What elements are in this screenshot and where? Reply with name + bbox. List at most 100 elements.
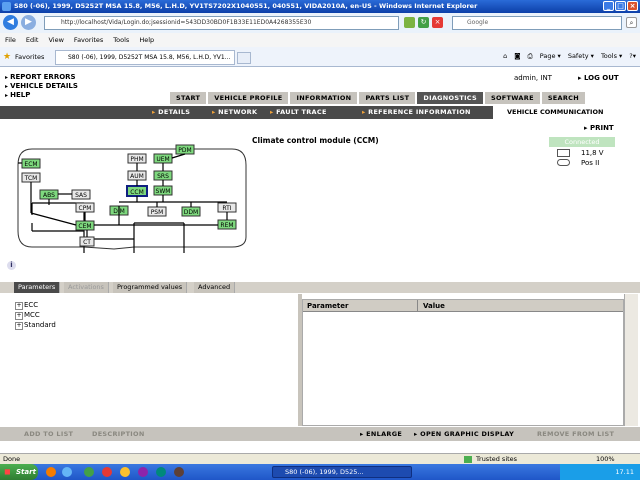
- menu-edit[interactable]: Edit: [26, 33, 39, 47]
- help-link[interactable]: HELP: [5, 91, 78, 100]
- refresh-icon[interactable]: ↻: [418, 17, 429, 28]
- open-graphic-display-button[interactable]: OPEN GRAPHIC DISPLAY: [414, 427, 514, 441]
- vehicle-communication-tab[interactable]: VEHICLE COMMUNICATION: [493, 106, 640, 119]
- home-icon[interactable]: ⌂: [503, 52, 507, 61]
- column-value[interactable]: Value: [423, 300, 445, 312]
- voltage-value: 11,8 V: [581, 149, 604, 157]
- print-link[interactable]: ▸ PRINT: [584, 124, 614, 132]
- quick-launch-icon[interactable]: [174, 467, 184, 477]
- tools-menu[interactable]: Tools ▾: [601, 52, 622, 61]
- window-title-bar: S80 (-06), 1999, D5252T MSA 15.8, M56, L…: [0, 0, 640, 13]
- print-icon[interactable]: ⎙: [528, 52, 533, 61]
- module-tcm[interactable]: TCM: [24, 175, 38, 182]
- module-srs[interactable]: SRS: [157, 173, 169, 180]
- quick-launch-icon[interactable]: [156, 467, 166, 477]
- module-rti[interactable]: RTI: [222, 205, 231, 212]
- page-menu[interactable]: Page ▾: [540, 52, 561, 61]
- module-ecm[interactable]: ECM: [24, 161, 37, 168]
- menu-tools[interactable]: Tools: [113, 33, 129, 47]
- back-button[interactable]: ◀: [3, 15, 18, 30]
- tree-node-mcc[interactable]: MCC: [15, 311, 40, 320]
- subnav-reference-information[interactable]: REFERENCE INFORMATION: [362, 106, 471, 119]
- module-phm[interactable]: PHM: [130, 156, 143, 163]
- module-rem[interactable]: REM: [220, 222, 233, 229]
- module-ct[interactable]: CT: [83, 239, 91, 246]
- taskbar-window-item[interactable]: S80 (-06), 1999, D525...: [272, 466, 412, 478]
- menu-favorites[interactable]: Favorites: [74, 33, 103, 47]
- module-aum[interactable]: AUM: [130, 173, 144, 180]
- search-input[interactable]: Google: [452, 16, 622, 30]
- start-button[interactable]: Start: [0, 464, 38, 480]
- sub-nav: DETAILS NETWORK FAULT TRACE REFERENCE IN…: [0, 106, 640, 119]
- tab-parts-list[interactable]: PARTS LIST: [359, 92, 416, 104]
- subnav-details[interactable]: DETAILS: [152, 106, 190, 119]
- module-abs[interactable]: ABS: [43, 192, 55, 199]
- panel-tabs: Parameters Activations Programmed values…: [0, 282, 640, 293]
- quick-launch-icon[interactable]: [84, 467, 94, 477]
- module-swm[interactable]: SWM: [156, 188, 171, 195]
- window-controls: _ □ ×: [603, 1, 638, 11]
- menu-file[interactable]: File: [5, 33, 16, 47]
- module-boxes: ECM TCM ABS SAS CPM CEM CT PHM AUM CCM U…: [18, 144, 237, 247]
- address-input[interactable]: http://localhost/Vida/Login.do;jsessioni…: [44, 16, 399, 30]
- quick-launch-icon[interactable]: [102, 467, 112, 477]
- module-uem[interactable]: UEM: [156, 156, 169, 163]
- menu-view[interactable]: View: [48, 33, 63, 47]
- info-icon[interactable]: i: [7, 261, 16, 270]
- description-button[interactable]: DESCRIPTION: [92, 427, 145, 441]
- enlarge-button[interactable]: ENLARGE: [360, 427, 402, 441]
- module-pdm[interactable]: PDM: [178, 147, 191, 154]
- parameter-tree: ECC MCC Standard: [0, 294, 298, 426]
- minimize-button[interactable]: _: [603, 1, 614, 11]
- tab-activations[interactable]: Activations: [64, 282, 109, 293]
- column-parameter[interactable]: Parameter: [307, 300, 348, 312]
- close-button[interactable]: ×: [627, 1, 638, 11]
- subnav-network[interactable]: NETWORK: [212, 106, 257, 119]
- tab-start[interactable]: START: [170, 92, 207, 104]
- ie-quick-icon[interactable]: [62, 467, 72, 477]
- tab-parameters[interactable]: Parameters: [14, 282, 61, 293]
- feeds-icon[interactable]: ◙: [514, 52, 520, 61]
- safety-menu[interactable]: Safety ▾: [568, 52, 594, 61]
- subnav-fault-trace[interactable]: FAULT TRACE: [270, 106, 327, 119]
- compat-icon[interactable]: [404, 17, 415, 28]
- help-menu[interactable]: ?▾: [629, 52, 636, 61]
- tab-diagnostics[interactable]: DIAGNOSTICS: [417, 92, 483, 104]
- module-cpm[interactable]: CPM: [79, 205, 92, 212]
- logout-link[interactable]: ▸ LOG OUT: [578, 74, 619, 82]
- quick-launch-icon[interactable]: [138, 467, 148, 477]
- module-ddm[interactable]: DDM: [184, 209, 198, 216]
- menu-bar: File Edit View Favorites Tools Help: [0, 33, 640, 47]
- main-tabs: START VEHICLE PROFILE INFORMATION PARTS …: [170, 92, 585, 104]
- new-tab-button[interactable]: [237, 52, 251, 64]
- tab-search[interactable]: SEARCH: [541, 92, 585, 104]
- tab-advanced[interactable]: Advanced: [194, 282, 236, 293]
- vertical-scrollbar[interactable]: [624, 294, 638, 426]
- stop-icon[interactable]: ×: [432, 17, 443, 28]
- tree-node-ecc[interactable]: ECC: [14, 301, 38, 310]
- tab-information[interactable]: INFORMATION: [290, 92, 358, 104]
- quick-launch-icon[interactable]: [120, 467, 130, 477]
- report-errors-link[interactable]: REPORT ERRORS: [5, 73, 78, 82]
- tab-vehicle-profile[interactable]: VEHICLE PROFILE: [208, 92, 289, 104]
- module-psm[interactable]: PSM: [151, 209, 164, 216]
- quick-launch-icon[interactable]: [46, 467, 56, 477]
- add-to-list-button[interactable]: ADD TO LIST: [24, 427, 73, 441]
- maximize-button[interactable]: □: [615, 1, 626, 11]
- ie-icon: [2, 2, 11, 11]
- browser-tab[interactable]: S80 (-06), 1999, D5252T MSA 15.8, M56, L…: [55, 50, 235, 65]
- module-sas[interactable]: SAS: [75, 192, 87, 199]
- forward-button[interactable]: ▶: [21, 15, 36, 30]
- tab-software[interactable]: SOFTWARE: [484, 92, 540, 104]
- vehicle-details-link[interactable]: VEHICLE DETAILS: [5, 82, 78, 91]
- module-ccm[interactable]: CCM: [130, 189, 144, 196]
- tab-programmed-values[interactable]: Programmed values: [113, 282, 188, 293]
- remove-from-list-button[interactable]: REMOVE FROM LIST: [537, 427, 614, 441]
- menu-help[interactable]: Help: [139, 33, 154, 47]
- ignition-value: Pos II: [581, 159, 600, 167]
- favorites-button[interactable]: Favorites: [2, 50, 44, 64]
- module-cem[interactable]: CEM: [78, 223, 91, 230]
- search-icon[interactable]: ⌕: [626, 17, 637, 28]
- command-bar: ⌂ ◙ ⎙ Page ▾ Safety ▾ Tools ▾ ?▾: [503, 52, 636, 61]
- tree-node-standard[interactable]: Standard: [15, 321, 56, 330]
